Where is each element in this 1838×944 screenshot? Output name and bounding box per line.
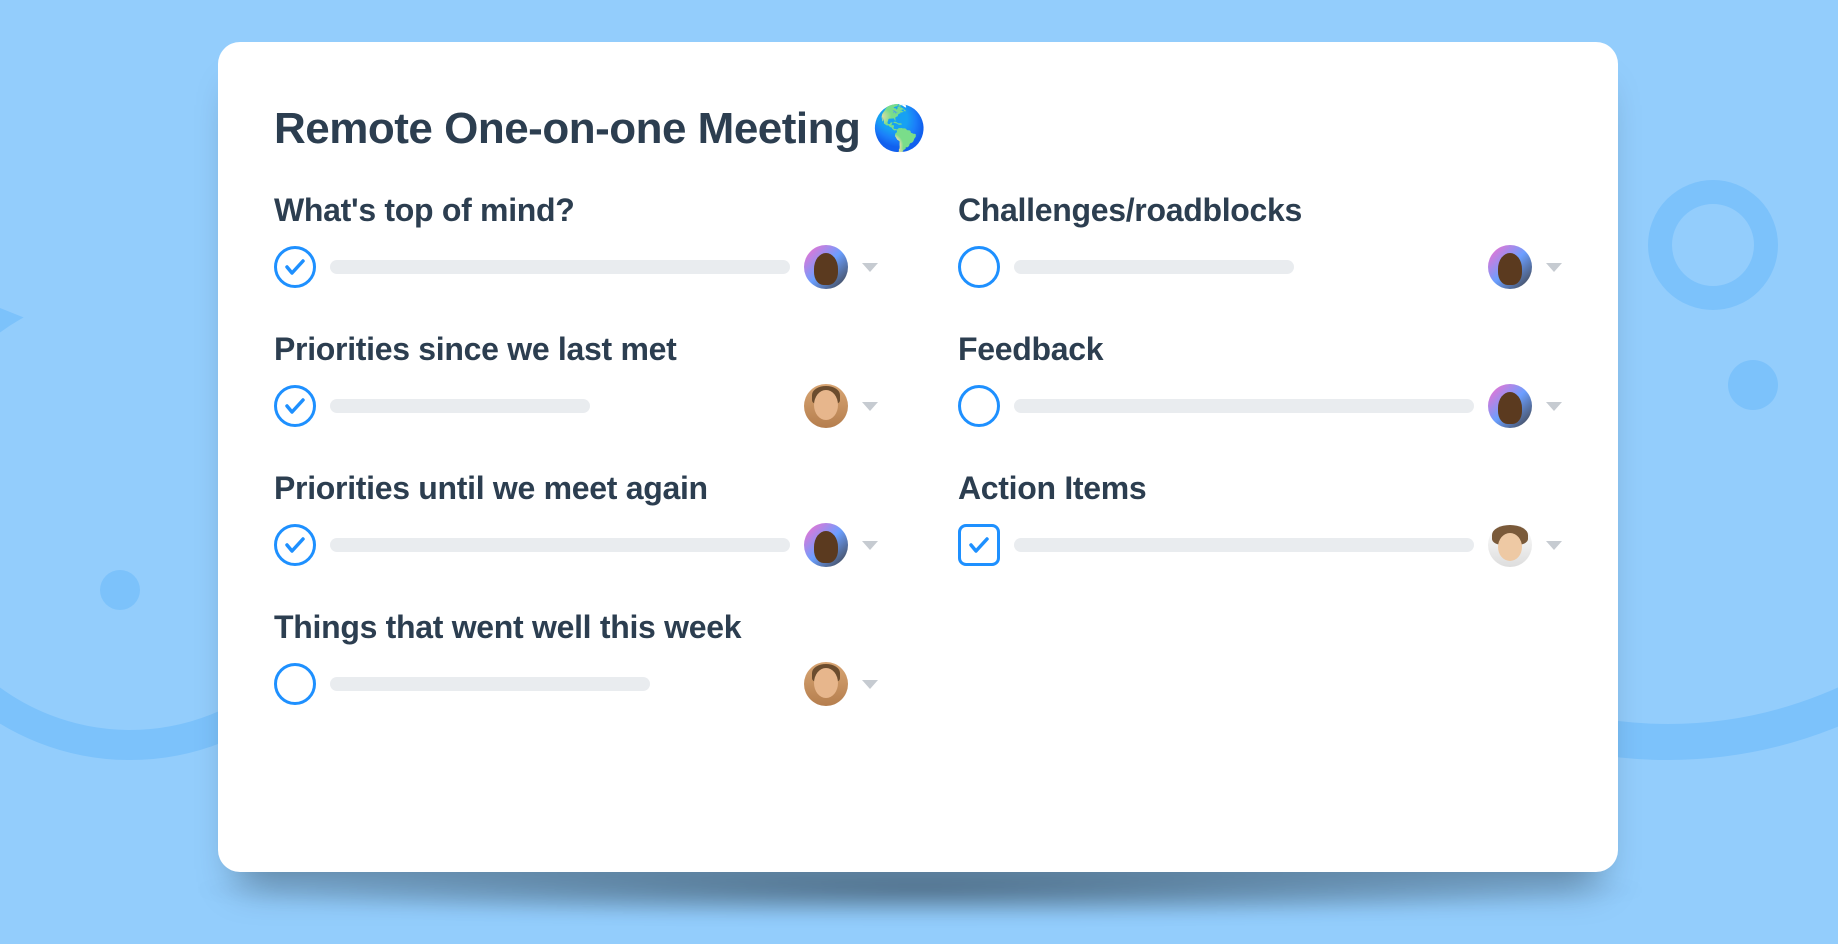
task-text-placeholder[interactable] xyxy=(1014,399,1474,413)
assignee-avatar[interactable] xyxy=(1488,523,1532,567)
meeting-template-card: Remote One-on-one Meeting 🌎 What's top o… xyxy=(218,42,1618,872)
checkbox-circle[interactable] xyxy=(958,385,1000,427)
chevron-down-icon[interactable] xyxy=(1546,263,1562,272)
task-row xyxy=(274,523,878,567)
checkbox-circle[interactable] xyxy=(274,246,316,288)
left-column: What's top of mind? Priorities since we l… xyxy=(274,192,878,748)
section-block: Priorities until we meet again xyxy=(274,470,878,567)
assignee-avatar[interactable] xyxy=(804,384,848,428)
assignee-avatar[interactable] xyxy=(1488,384,1532,428)
chevron-down-icon[interactable] xyxy=(862,541,878,550)
task-row xyxy=(958,245,1562,289)
chevron-down-icon[interactable] xyxy=(862,402,878,411)
section-title: Feedback xyxy=(958,331,1562,368)
task-row xyxy=(274,662,878,706)
page-title: Remote One-on-one Meeting 🌎 xyxy=(274,102,1562,154)
task-text-placeholder[interactable] xyxy=(330,399,590,413)
task-row xyxy=(958,523,1562,567)
assignee-avatar[interactable] xyxy=(804,523,848,567)
sections-grid: What's top of mind? Priorities since we l… xyxy=(274,192,1562,748)
section-block: What's top of mind? xyxy=(274,192,878,289)
task-text-placeholder[interactable] xyxy=(1014,260,1294,274)
assignee-avatar[interactable] xyxy=(804,245,848,289)
section-title: Priorities since we last met xyxy=(274,331,878,368)
chevron-down-icon[interactable] xyxy=(862,263,878,272)
task-text-placeholder[interactable] xyxy=(1014,538,1474,552)
section-title: Action Items xyxy=(958,470,1562,507)
section-title: Challenges/roadblocks xyxy=(958,192,1562,229)
checkbox-circle[interactable] xyxy=(958,246,1000,288)
bg-decor-dot2 xyxy=(1728,360,1778,410)
section-title: Things that went well this week xyxy=(274,609,878,646)
section-block: Action Items xyxy=(958,470,1562,567)
bg-decor-ring xyxy=(1648,180,1778,310)
task-text-placeholder[interactable] xyxy=(330,538,790,552)
chevron-down-icon[interactable] xyxy=(862,680,878,689)
checkbox-circle[interactable] xyxy=(274,385,316,427)
section-block: Challenges/roadblocks xyxy=(958,192,1562,289)
bg-decor-dot xyxy=(100,570,140,610)
task-row xyxy=(958,384,1562,428)
section-title: Priorities until we meet again xyxy=(274,470,878,507)
section-title: What's top of mind? xyxy=(274,192,878,229)
right-column: Challenges/roadblocks Feedback Action Item… xyxy=(958,192,1562,748)
chevron-down-icon[interactable] xyxy=(1546,402,1562,411)
section-block: Feedback xyxy=(958,331,1562,428)
assignee-avatar[interactable] xyxy=(1488,245,1532,289)
checkbox-circle[interactable] xyxy=(274,524,316,566)
task-row xyxy=(274,384,878,428)
checkbox-circle[interactable] xyxy=(274,663,316,705)
task-text-placeholder[interactable] xyxy=(330,260,790,274)
task-text-placeholder[interactable] xyxy=(330,677,650,691)
chevron-down-icon[interactable] xyxy=(1546,541,1562,550)
task-row xyxy=(274,245,878,289)
checkbox-square[interactable] xyxy=(958,524,1000,566)
section-block: Priorities since we last met xyxy=(274,331,878,428)
assignee-avatar[interactable] xyxy=(804,662,848,706)
section-block: Things that went well this week xyxy=(274,609,878,706)
